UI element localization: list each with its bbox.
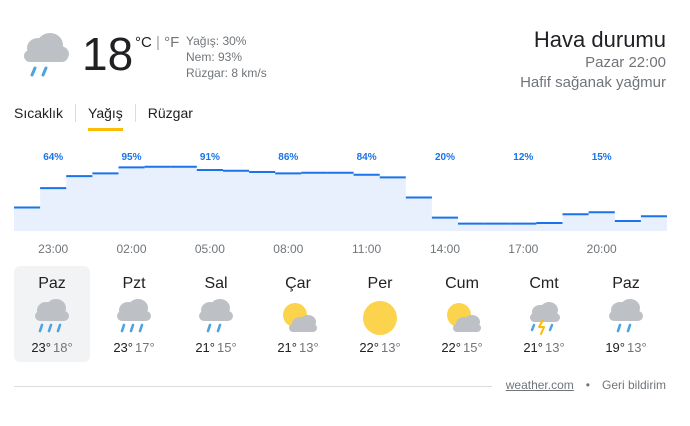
day-name: Per — [367, 275, 393, 292]
location-block: Hava durumu Pazar 22:00 Hafif sağanak ya… — [520, 27, 666, 93]
tab-divider — [75, 104, 77, 122]
unit-separator: | — [151, 34, 165, 51]
day-name: Çar — [285, 275, 311, 292]
rain-cloud-icon — [24, 33, 69, 77]
day-low: 18° — [53, 340, 73, 355]
day-high: 21° — [277, 340, 297, 355]
day-high: 23° — [113, 340, 133, 355]
day-card-5[interactable]: Cum 22° 15° — [424, 266, 500, 362]
tab-divider — [134, 104, 136, 122]
day-high: 22° — [359, 340, 379, 355]
day-name: Cmt — [529, 275, 559, 292]
x-tick-label: 02:00 — [116, 242, 146, 256]
footer-separator: • — [585, 378, 590, 392]
tab-precipitation[interactable]: Yağış — [88, 104, 123, 131]
day-high: 21° — [195, 340, 215, 355]
day-high: 21° — [523, 340, 543, 355]
footer-divider — [14, 386, 492, 387]
precipitation-value-label: 12% — [513, 152, 533, 163]
day-low: 13° — [545, 340, 565, 355]
x-tick-label: 11:00 — [352, 242, 381, 256]
day-low: 15° — [217, 340, 237, 355]
precipitation-value-label: 64% — [43, 152, 63, 163]
day-name: Paz — [612, 275, 640, 292]
day-card-4[interactable]: Per 22° 13° — [342, 266, 418, 362]
day-low: 15° — [463, 340, 483, 355]
source-link[interactable]: weather.com — [506, 378, 574, 392]
day-low: 13° — [381, 340, 401, 355]
precipitation-value-label: 91% — [200, 152, 220, 163]
weather-details: Yağış: 30% Nem: 93% Rüzgar: 8 km/s — [186, 33, 267, 81]
tab-wind[interactable]: Rüzgar — [148, 104, 193, 128]
thunderstorm-icon — [530, 302, 560, 335]
x-tick-label: 23:00 — [38, 242, 68, 256]
day-card-1[interactable]: Pzt 23° 17° — [96, 266, 172, 362]
feedback-link[interactable]: Geri bildirim — [602, 378, 666, 392]
current-temperature: 18 — [82, 28, 134, 80]
precipitation-chart: 64% 95% 91% 86% 84% 20% 12% 15% 23:00 02:00 05:00 0… — [14, 152, 667, 256]
precipitation-value-label: 86% — [278, 152, 298, 163]
chart-tabs: Sıcaklık Yağış Rüzgar — [14, 104, 193, 132]
tab-temperature[interactable]: Sıcaklık — [14, 104, 63, 128]
day-high: 19° — [605, 340, 625, 355]
rain-icon — [199, 299, 233, 333]
precipitation-value-label: 95% — [121, 152, 141, 163]
day-card-7[interactable]: Paz 19° 13° — [588, 266, 664, 362]
rain-icon — [609, 299, 643, 333]
day-name: Sal — [204, 275, 228, 292]
day-low: 17° — [135, 340, 155, 355]
weather-datetime: Pazar 22:00 — [585, 54, 666, 71]
celsius-unit[interactable]: °C — [135, 34, 152, 51]
precipitation-area — [14, 166, 667, 231]
heavy-rain-icon — [35, 299, 69, 333]
day-low: 13° — [299, 340, 319, 355]
sun-icon — [363, 301, 397, 335]
weather-condition: Hafif sağanak yağmur — [520, 74, 666, 91]
heavy-rain-icon — [117, 299, 151, 333]
x-tick-label: 14:00 — [430, 242, 460, 256]
day-card-6[interactable]: Cmt 21° 13° — [506, 266, 582, 362]
day-low: 13° — [627, 340, 647, 355]
x-tick-label: 05:00 — [195, 242, 225, 256]
day-high: 23° — [31, 340, 51, 355]
precipitation-value-label: 20% — [435, 152, 455, 163]
x-tick-label: 20:00 — [587, 242, 617, 256]
day-card-3[interactable]: Çar 21° 13° — [260, 266, 336, 362]
day-name: Paz — [38, 275, 66, 292]
day-name: Pzt — [122, 275, 146, 292]
day-card-0[interactable]: Paz 23° 18° — [14, 266, 90, 362]
weather-title: Hava durumu — [533, 27, 666, 52]
day-name: Cum — [445, 275, 479, 292]
humidity-detail: Nem: 93% — [186, 50, 243, 64]
footer: weather.com • Geri bildirim — [506, 378, 666, 392]
x-tick-label: 17:00 — [508, 242, 538, 256]
precipitation-value-label: 15% — [592, 152, 612, 163]
day-high: 22° — [441, 340, 461, 355]
unit-toggle: °C | °F — [135, 34, 179, 51]
precipitation-value-label: 84% — [357, 152, 377, 163]
precipitation-detail: Yağış: 30% — [186, 34, 247, 48]
daily-forecast: Paz 23° 18° Pzt 23° 17° Sal 21° 15° Çar 21°… — [14, 266, 674, 366]
fahrenheit-unit[interactable]: °F — [164, 34, 179, 51]
weather-header: 18 °C | °F Yağış: 30% Nem: 93% Rüzgar: 8… — [0, 0, 690, 95]
day-card-2[interactable]: Sal 21° 15° — [178, 266, 254, 362]
partly-cloudy-icon — [283, 303, 317, 332]
wind-detail: Rüzgar: 8 km/s — [186, 66, 267, 80]
x-tick-label: 08:00 — [273, 242, 303, 256]
partly-cloudy-icon — [447, 303, 481, 332]
